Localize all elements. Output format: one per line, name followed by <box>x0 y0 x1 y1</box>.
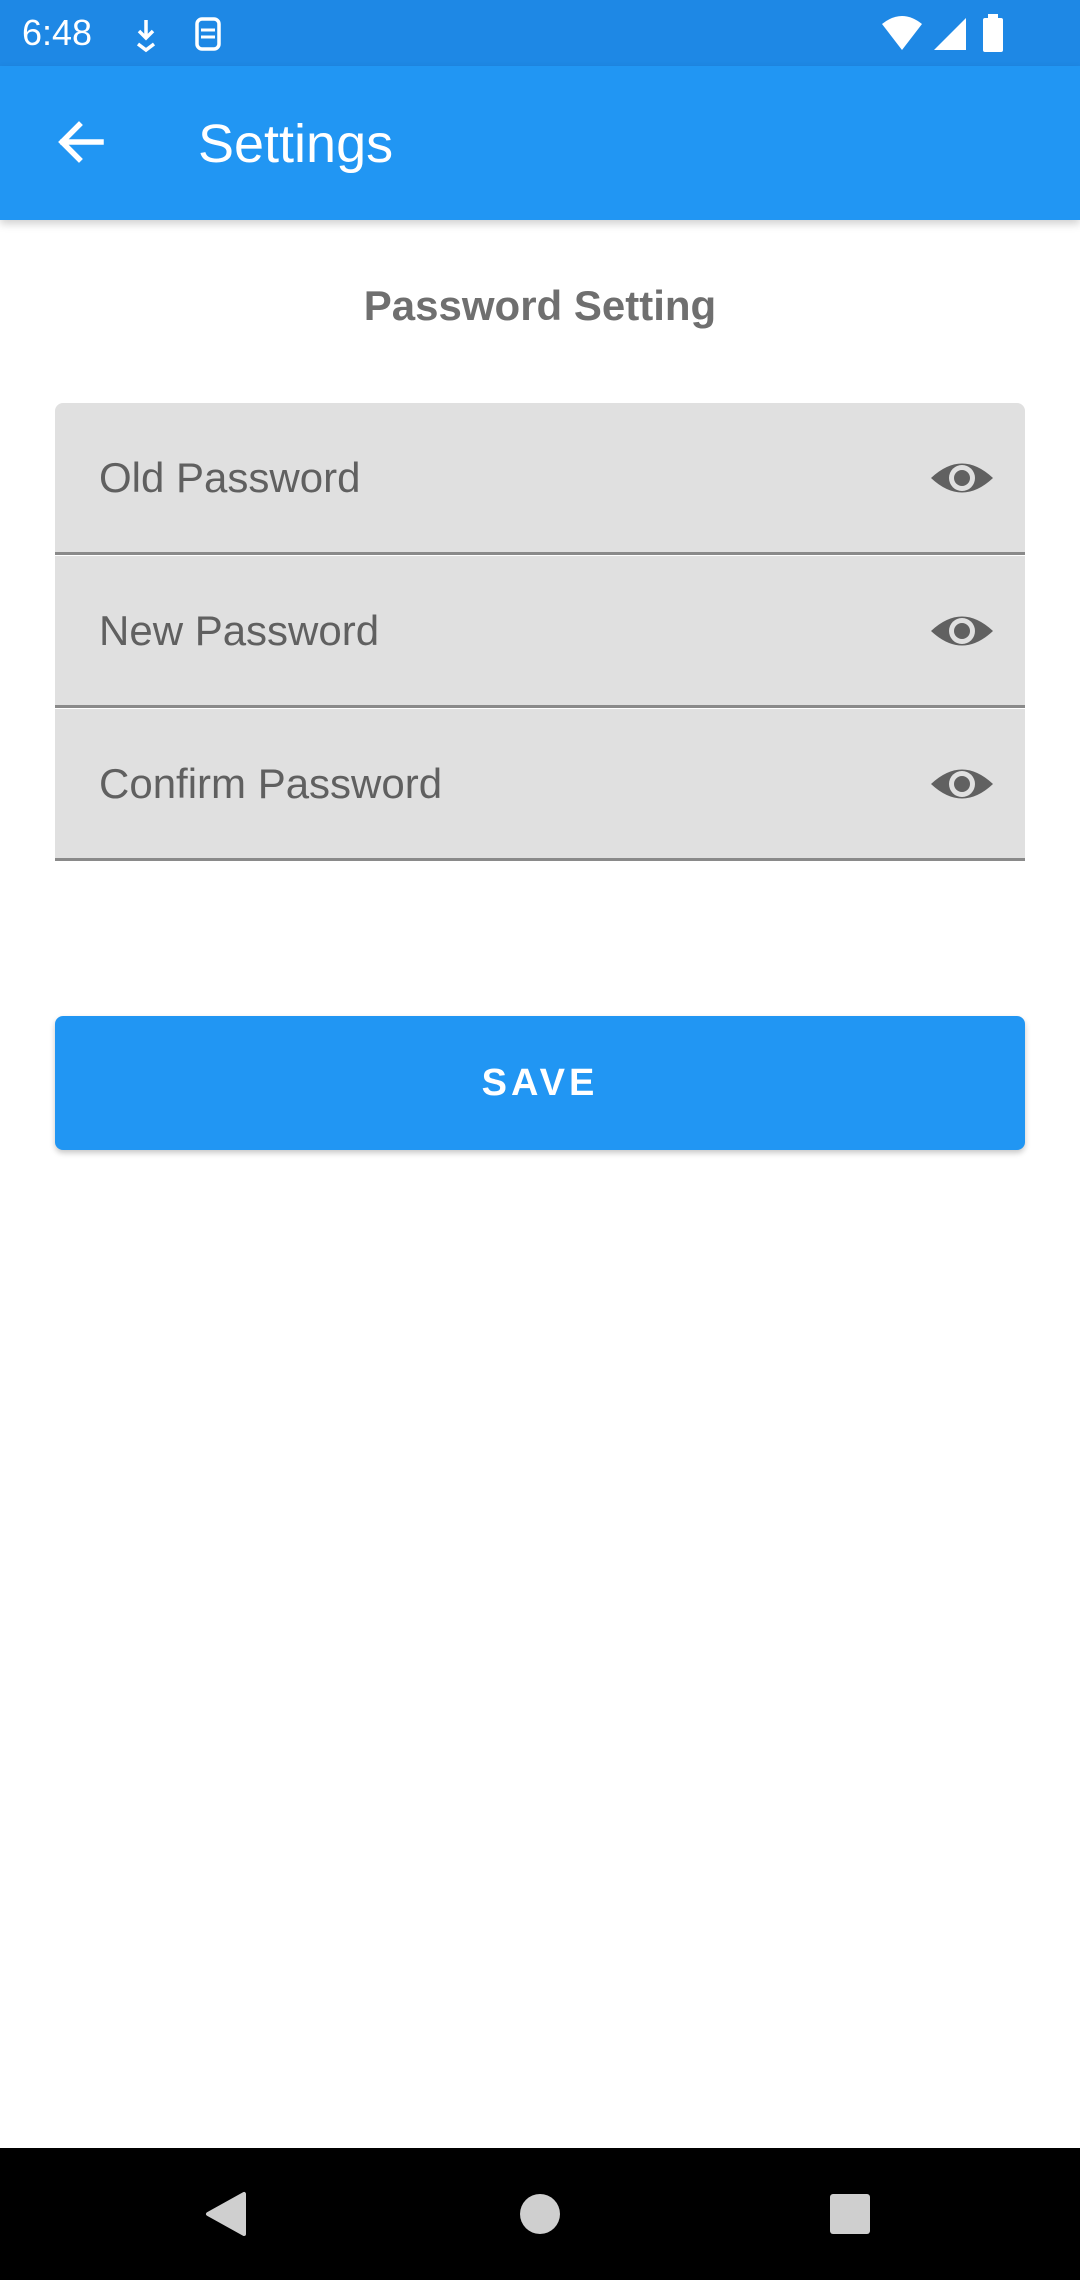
save-button[interactable]: SAVE <box>55 1016 1025 1150</box>
new-password-input[interactable] <box>99 556 899 705</box>
page-title: Settings <box>198 114 394 174</box>
app-bar: Settings <box>0 66 1080 220</box>
old-password-field <box>55 403 1025 555</box>
wifi-icon <box>880 14 924 54</box>
download-notification-icon <box>126 14 166 54</box>
confirm-password-input[interactable] <box>99 709 899 858</box>
nav-recents-button[interactable] <box>806 2170 894 2258</box>
eye-icon[interactable] <box>929 447 995 509</box>
back-button[interactable] <box>40 102 120 182</box>
nav-home-button[interactable] <box>496 2170 584 2258</box>
confirm-password-field <box>55 709 1025 861</box>
eye-icon[interactable] <box>929 600 995 662</box>
screenshot-notification-icon <box>188 14 228 54</box>
system-nav-bar <box>0 2148 1080 2280</box>
nav-back-button[interactable] <box>182 2170 270 2258</box>
arrow-back-icon <box>53 115 107 169</box>
status-time: 6:48 <box>22 12 93 53</box>
section-title: Password Setting <box>363 282 717 329</box>
battery-icon <box>980 14 1006 54</box>
status-bar: 6:48 <box>0 0 1080 66</box>
recents-square-icon <box>829 2193 871 2235</box>
home-circle-icon <box>519 2193 561 2235</box>
new-password-field <box>55 556 1025 708</box>
cellular-signal-icon <box>930 14 970 54</box>
old-password-input[interactable] <box>99 403 899 552</box>
back-triangle-icon <box>204 2190 248 2238</box>
eye-icon[interactable] <box>929 753 995 815</box>
